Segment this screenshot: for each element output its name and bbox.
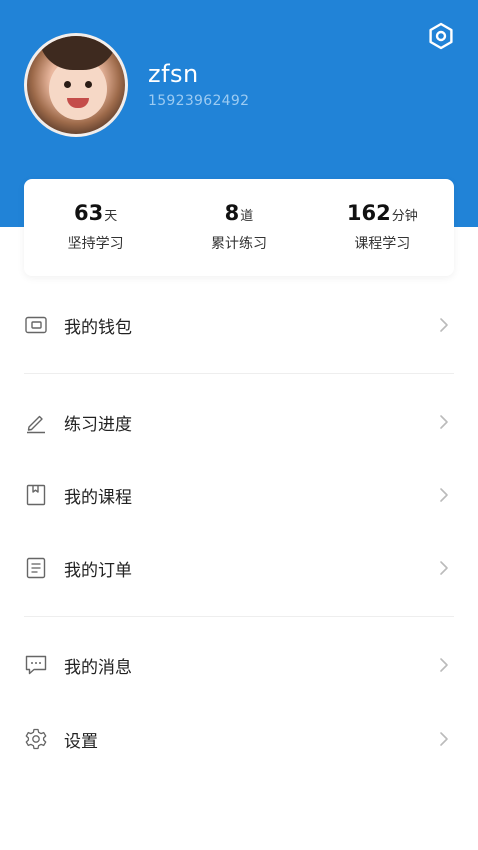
stats-card: 63天 坚持学习 8道 累计练习 162分钟 课程学习 — [24, 179, 454, 276]
menu-item-progress[interactable]: 练习进度 — [0, 394, 478, 450]
menu-label-settings: 设置 — [64, 731, 98, 752]
menu-item-orders[interactable]: 我的订单 — [0, 540, 478, 596]
stat-unit: 道 — [240, 209, 254, 224]
stat-label: 累计练习 — [210, 236, 267, 252]
stat-label: 坚持学习 — [67, 236, 124, 252]
menu-label-messages: 我的消息 — [64, 657, 132, 678]
chevron-right-icon — [440, 732, 448, 746]
menu-item-settings[interactable]: 设置 — [0, 711, 478, 767]
stat-label: 课程学习 — [354, 236, 411, 252]
stat-unit: 分钟 — [391, 209, 418, 224]
stat-value: 8 — [224, 201, 240, 225]
stat-value: 63 — [74, 201, 104, 225]
wallet-icon — [25, 316, 47, 334]
avatar[interactable] — [24, 33, 128, 137]
hexagon-settings-icon[interactable] — [426, 21, 456, 51]
bookmark-book-icon — [26, 484, 46, 506]
gear-icon — [25, 728, 47, 750]
stat-practice-count[interactable]: 8道 累计练习 — [167, 179, 310, 276]
chevron-right-icon — [440, 318, 448, 332]
pencil-icon — [27, 415, 45, 434]
stat-value: 162 — [346, 201, 391, 225]
username: zfsn — [148, 60, 199, 88]
menu-label-courses: 我的课程 — [64, 487, 132, 508]
divider — [24, 373, 454, 374]
chevron-right-icon — [440, 561, 448, 575]
menu-item-messages[interactable]: 我的消息 — [0, 637, 478, 693]
menu-label-orders: 我的订单 — [64, 560, 132, 581]
chevron-right-icon — [440, 658, 448, 672]
avatar-eye-right — [85, 81, 92, 88]
menu-item-courses[interactable]: 我的课程 — [0, 467, 478, 523]
chevron-right-icon — [440, 415, 448, 429]
stat-unit: 天 — [104, 209, 118, 224]
phone-number: 15923962492 — [148, 93, 250, 109]
stat-course-minutes[interactable]: 162分钟 课程学习 — [311, 179, 454, 276]
chat-bubble-icon — [25, 655, 47, 675]
divider — [24, 616, 454, 617]
menu-item-wallet[interactable]: 我的钱包 — [0, 297, 478, 353]
avatar-hair — [39, 36, 117, 70]
menu-label-wallet: 我的钱包 — [64, 317, 132, 338]
menu-label-progress: 练习进度 — [64, 414, 132, 435]
avatar-eye-left — [64, 81, 71, 88]
stat-study-days[interactable]: 63天 坚持学习 — [24, 179, 167, 276]
chevron-right-icon — [440, 488, 448, 502]
document-icon — [26, 557, 46, 579]
